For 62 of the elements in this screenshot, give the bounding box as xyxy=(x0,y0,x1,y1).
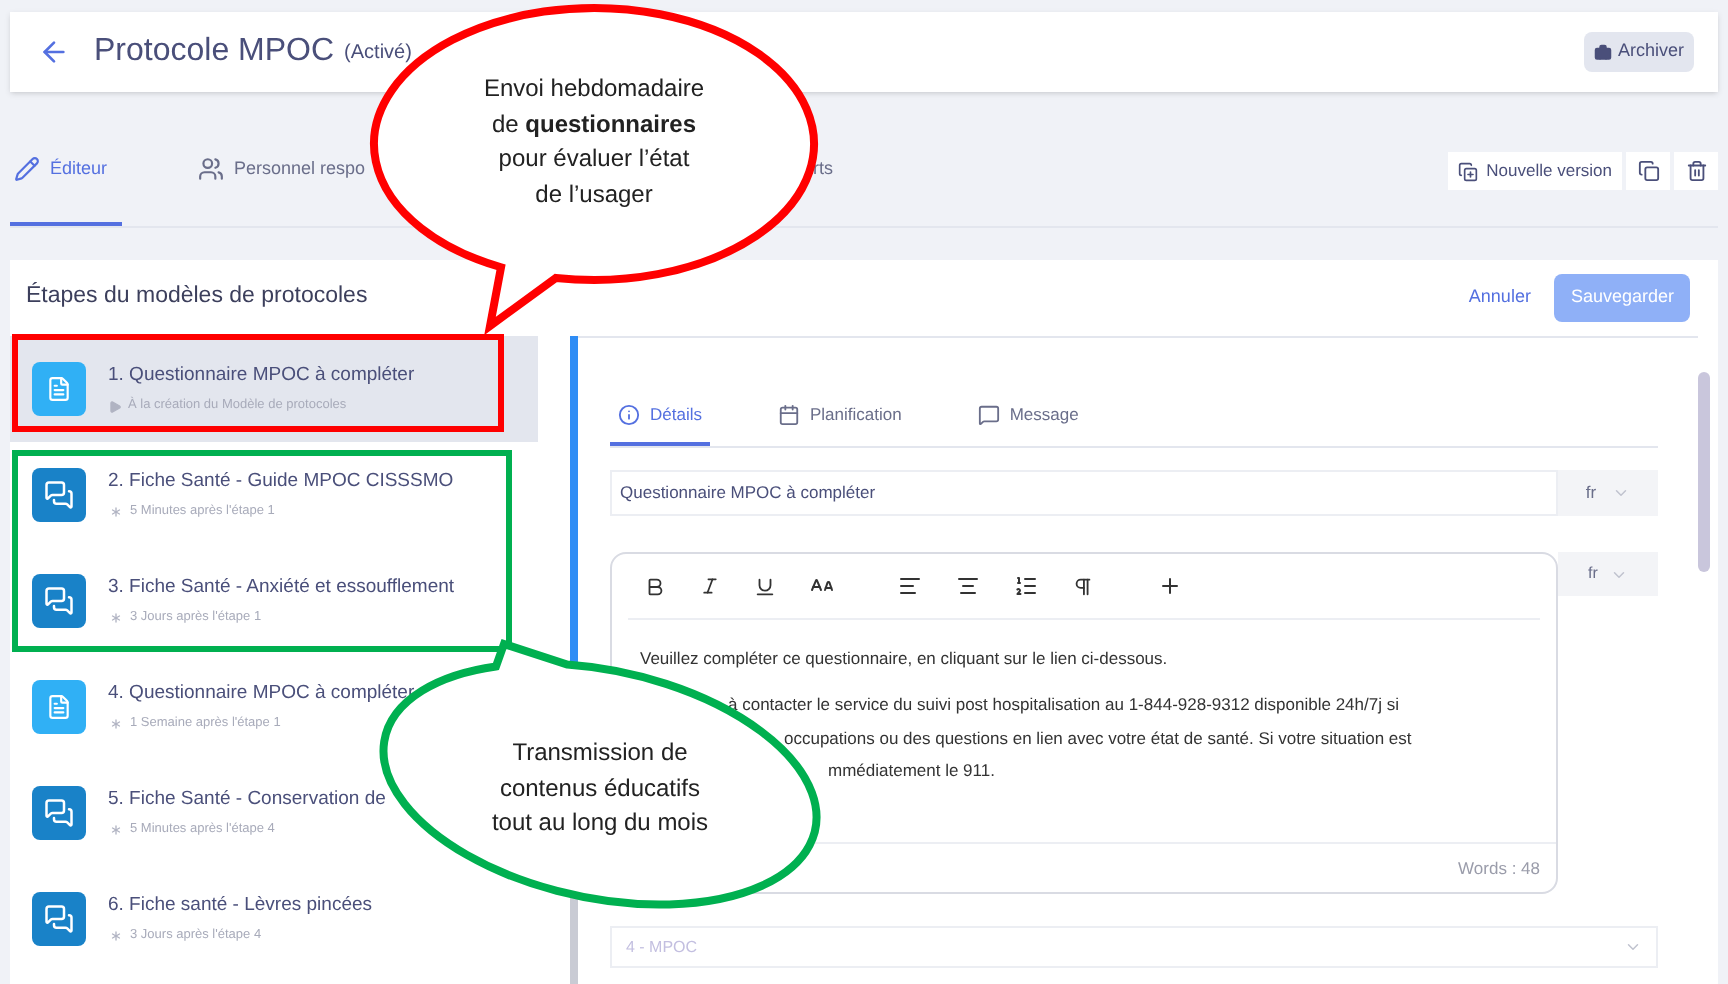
play-icon xyxy=(108,399,122,414)
tab[interactable]: Personnel respo xyxy=(198,116,366,226)
asterisk-icon xyxy=(108,716,124,733)
copy-plus-icon xyxy=(1458,161,1479,181)
chat-icon xyxy=(32,574,86,628)
panel-title: Étapes du modèles de protocoles xyxy=(26,280,368,313)
pencil-icon xyxy=(14,156,40,182)
word-count: Words : 48 xyxy=(1458,855,1540,881)
new-version-button[interactable]: Nouvelle version xyxy=(1448,152,1622,190)
detail-tab[interactable]: Détails xyxy=(610,386,710,446)
document-icon xyxy=(32,362,86,416)
tab[interactable]: Éditeur xyxy=(10,116,122,226)
calendar-icon xyxy=(777,403,800,425)
chat-icon xyxy=(32,786,86,840)
copy-button[interactable] xyxy=(1626,152,1670,190)
italic-icon[interactable] xyxy=(700,576,720,596)
asterisk-icon xyxy=(108,928,124,945)
message-icon xyxy=(977,403,1000,425)
language-select[interactable]: fr xyxy=(1558,470,1658,516)
step-title: 5. Fiche Santé - Conservation de xyxy=(108,786,386,814)
step-title: 3. Fiche Santé - Anxiété et essoufflement xyxy=(108,574,455,602)
step-title: 2. Fiche Santé - Guide MPOC CISSSMO xyxy=(108,468,454,496)
name-field[interactable]: Questionnaire MPOC à compléter xyxy=(610,470,1558,516)
delete-button[interactable] xyxy=(1674,152,1718,190)
archive-button[interactable]: Archiver xyxy=(1583,32,1694,72)
step-title: 1. Questionnaire MPOC à compléter xyxy=(108,362,415,390)
language-select[interactable]: fr xyxy=(1558,552,1658,596)
users-icon xyxy=(198,156,224,182)
asterisk-icon xyxy=(108,822,124,839)
trash-icon xyxy=(1685,160,1707,182)
numbered-list-icon[interactable] xyxy=(1014,574,1038,598)
callout-tooltip-text: Transmission de contenus éducatifs tout au long du mois xyxy=(489,736,711,840)
document-icon xyxy=(32,680,86,734)
chevron-down-icon xyxy=(1612,484,1631,502)
back-icon[interactable] xyxy=(38,36,70,68)
page-title: Protocole MPOC xyxy=(94,32,335,72)
chat-icon xyxy=(32,892,86,946)
step-title: 6. Fiche santé - Lèvres pincées xyxy=(108,892,373,920)
message-text: mmédiatement le 911. xyxy=(828,758,997,784)
chat-icon xyxy=(32,468,86,522)
briefcase-icon xyxy=(1593,43,1612,61)
detail-tab[interactable]: Planification xyxy=(769,386,910,446)
cancel-link[interactable]: Annuler xyxy=(1468,284,1531,312)
align-center-icon[interactable] xyxy=(956,574,980,598)
step-title: 4. Questionnaire MPOC à compléter xyxy=(108,680,415,708)
tab[interactable]: rts xyxy=(813,116,834,226)
copy-icon xyxy=(1637,160,1659,182)
paragraph-icon[interactable] xyxy=(1072,575,1094,597)
message-text: Veuillez compléter ce questionnaire, en cliquant sur le lien ci-dessous. xyxy=(640,646,1170,672)
asterisk-icon xyxy=(108,610,124,627)
status-label: (Activé) xyxy=(344,39,412,67)
panel-scrollbar[interactable] xyxy=(1698,372,1710,572)
align-left-icon[interactable] xyxy=(898,574,922,598)
chevron-down-icon xyxy=(1624,938,1642,956)
underline-icon[interactable] xyxy=(754,575,776,597)
message-text: occupations ou des questions en lien avec votre état de santé. Si votre situation est xyxy=(784,725,1414,751)
info-icon xyxy=(618,403,640,425)
callout-tooltip-text: Envoi hebdomadaire de questionnaires pour évaluer l’état de l’usager xyxy=(481,72,707,211)
insert-icon[interactable] xyxy=(1158,574,1182,598)
detail-tab[interactable]: Message xyxy=(969,386,1087,446)
bold-icon[interactable] xyxy=(644,575,666,597)
asterisk-icon xyxy=(108,504,124,521)
